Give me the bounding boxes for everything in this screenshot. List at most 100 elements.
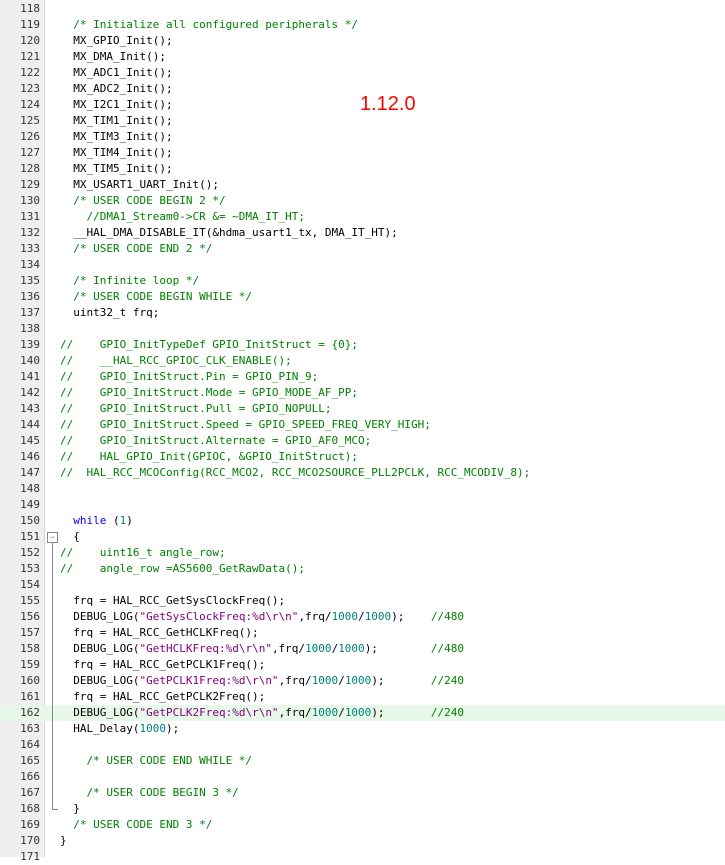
code-line[interactable]: 143 // GPIO_InitStruct.Pull = GPIO_NOPULL… [0, 401, 725, 417]
code-text: } [60, 801, 80, 817]
code-line[interactable]: 119 /* Initialize all configured periphe… [0, 17, 725, 33]
code-text: DEBUG_LOG("GetPCLK2Freq:%d\r\n",frq/1000… [60, 705, 464, 721]
code-token: // angle_row =AS5600_GetRawData(); [60, 562, 306, 575]
code-line[interactable]: 139 // GPIO_InitTypeDef GPIO_InitStruct =… [0, 337, 725, 353]
code-text: uint32_t frq; [60, 305, 159, 321]
code-text: /* USER CODE END 2 */ [60, 241, 212, 257]
code-text: /* Initialize all configured peripherals… [60, 17, 358, 33]
code-line[interactable]: 148 [0, 481, 725, 497]
code-text: while (1) [60, 513, 133, 529]
code-line[interactable]: 155 frq = HAL_RCC_GetSysClockFreq(); [0, 593, 725, 609]
code-token: uint32_t frq; [60, 306, 160, 319]
code-token: ) [126, 514, 133, 527]
code-token: ,frq/ [278, 674, 312, 687]
code-line[interactable]: 169 /* USER CODE END 3 */ [0, 817, 725, 833]
code-token: MX_TIM1_Init(); [60, 114, 173, 127]
line-number: 155 [20, 594, 40, 607]
line-number: 144 [20, 418, 40, 431]
code-line[interactable]: 137 uint32_t frq; [0, 305, 725, 321]
code-line[interactable]: 128 MX_TIM5_Init(); [0, 161, 725, 177]
code-line[interactable]: 149 [0, 497, 725, 513]
line-number: 140 [20, 354, 40, 367]
code-line[interactable]: 170} [0, 833, 725, 849]
code-token: "GetSysClockFreq:%d\r\n" [139, 610, 299, 623]
line-number: 137 [20, 306, 40, 319]
code-line[interactable]: 151 { [0, 529, 725, 545]
code-text: frq = HAL_RCC_GetHCLKFreq(); [60, 625, 259, 641]
code-text: DEBUG_LOG("GetSysClockFreq:%d\r\n",frq/1… [60, 609, 464, 625]
code-line[interactable]: 144 // GPIO_InitStruct.Speed = GPIO_SPEED… [0, 417, 725, 433]
code-token: //240 [430, 674, 465, 687]
code-line[interactable]: 131 //DMA1_Stream0->CR &= ~DMA_IT_HT; [0, 209, 725, 225]
code-line[interactable]: 147 // HAL_RCC_MCOConfig(RCC_MCO2, RCC_MC… [0, 465, 725, 481]
line-number: 127 [20, 146, 40, 159]
line-number: 163 [20, 722, 40, 735]
code-line[interactable]: 120 MX_GPIO_Init(); [0, 33, 725, 49]
code-line[interactable]: 160 DEBUG_LOG("GetPCLK1Freq:%d\r\n",frq/… [0, 673, 725, 689]
code-text: /* USER CODE BEGIN 2 */ [60, 193, 225, 209]
code-line[interactable]: 136 /* USER CODE BEGIN WHILE */ [0, 289, 725, 305]
line-number: 171 [20, 850, 40, 863]
code-token: 1000 [311, 674, 339, 687]
code-line[interactable]: 138 [0, 321, 725, 337]
code-line[interactable]: 130 /* USER CODE BEGIN 2 */ [0, 193, 725, 209]
code-line[interactable]: 167 /* USER CODE BEGIN 3 */ [0, 785, 725, 801]
code-line[interactable]: 133 /* USER CODE END 2 */ [0, 241, 725, 257]
line-number: 129 [20, 178, 40, 191]
code-line[interactable]: 158 DEBUG_LOG("GetHCLKFreq:%d\r\n",frq/1… [0, 641, 725, 657]
fold-collapse-icon[interactable]: − [47, 532, 58, 543]
code-line[interactable]: 145 // GPIO_InitStruct.Alternate = GPIO_A… [0, 433, 725, 449]
code-line[interactable]: 165 /* USER CODE END WHILE */ [0, 753, 725, 769]
code-line[interactable]: 142 // GPIO_InitStruct.Mode = GPIO_MODE_A… [0, 385, 725, 401]
code-text: MX_GPIO_Init(); [60, 33, 172, 49]
code-token: /* USER CODE BEGIN WHILE */ [60, 290, 253, 303]
code-token: 1000 [344, 706, 372, 719]
code-token: frq = HAL_RCC_GetPCLK1Freq(); [60, 658, 266, 671]
code-line[interactable]: 140 // __HAL_RCC_GPIOC_CLK_ENABLE(); [0, 353, 725, 369]
code-text: MX_TIM5_Init(); [60, 161, 172, 177]
code-line[interactable]: 159 frq = HAL_RCC_GetPCLK1Freq(); [0, 657, 725, 673]
code-line[interactable]: 154 [0, 577, 725, 593]
line-number: 150 [20, 514, 40, 527]
code-line[interactable]: 129 MX_USART1_UART_Init(); [0, 177, 725, 193]
code-token: //480 [430, 642, 465, 655]
line-number: 121 [20, 50, 40, 63]
code-line[interactable]: 164 [0, 737, 725, 753]
code-line[interactable]: 132 __HAL_DMA_DISABLE_IT(&hdma_usart1_tx… [0, 225, 725, 241]
code-line[interactable]: 168 } [0, 801, 725, 817]
code-token: // GPIO_InitTypeDef GPIO_InitStruct = {0… [60, 338, 359, 351]
code-token: frq = HAL_RCC_GetHCLKFreq(); [60, 626, 259, 639]
code-line[interactable]: 161 frq = HAL_RCC_GetPCLK2Freq(); [0, 689, 725, 705]
code-token: // GPIO_InitStruct.Speed = GPIO_SPEED_FR… [60, 418, 431, 431]
code-token: //480 [430, 610, 465, 623]
code-line[interactable]: 162 DEBUG_LOG("GetPCLK2Freq:%d\r\n",frq/… [0, 705, 725, 721]
code-editor[interactable]: 118 119 /* Initialize all configured peri… [0, 0, 725, 863]
code-text: /* USER CODE BEGIN 3 */ [60, 785, 238, 801]
code-token: //DMA1_Stream0->CR &= ~DMA_IT_HT; [60, 210, 306, 223]
code-text: // GPIO_InitStruct.Speed = GPIO_SPEED_FR… [60, 417, 431, 433]
code-line[interactable]: 166 [0, 769, 725, 785]
code-line[interactable]: 126 MX_TIM3_Init(); [0, 129, 725, 145]
line-number: 170 [20, 834, 40, 847]
code-line[interactable]: 152 // uint16_t angle_row; [0, 545, 725, 561]
code-line[interactable]: 135 /* Infinite loop */ [0, 273, 725, 289]
code-line[interactable]: 156 DEBUG_LOG("GetSysClockFreq:%d\r\n",f… [0, 609, 725, 625]
code-text: // GPIO_InitTypeDef GPIO_InitStruct = {0… [60, 337, 358, 353]
line-number: 157 [20, 626, 40, 639]
code-line[interactable]: 146 // HAL_GPIO_Init(GPIOC, &GPIO_InitStr… [0, 449, 725, 465]
code-line[interactable]: 171 [0, 849, 725, 865]
code-line[interactable]: 153 // angle_row =AS5600_GetRawData(); [0, 561, 725, 577]
code-token: { [60, 530, 80, 543]
code-line[interactable]: 134 [0, 257, 725, 273]
code-token: 1000 [331, 610, 359, 623]
code-line[interactable]: 121 MX_DMA_Init(); [0, 49, 725, 65]
code-line[interactable]: 150 while (1) [0, 513, 725, 529]
code-line[interactable]: 141 // GPIO_InitStruct.Pin = GPIO_PIN_9; [0, 369, 725, 385]
code-line[interactable]: 118 [0, 1, 725, 17]
code-line[interactable]: 163 HAL_Delay(1000); [0, 721, 725, 737]
code-line[interactable]: 127 MX_TIM4_Init(); [0, 145, 725, 161]
code-line[interactable]: 157 frq = HAL_RCC_GetHCLKFreq(); [0, 625, 725, 641]
code-token: MX_TIM3_Init(); [60, 130, 173, 143]
code-text: // uint16_t angle_row; [60, 545, 226, 561]
code-line[interactable]: 122 MX_ADC1_Init(); [0, 65, 725, 81]
